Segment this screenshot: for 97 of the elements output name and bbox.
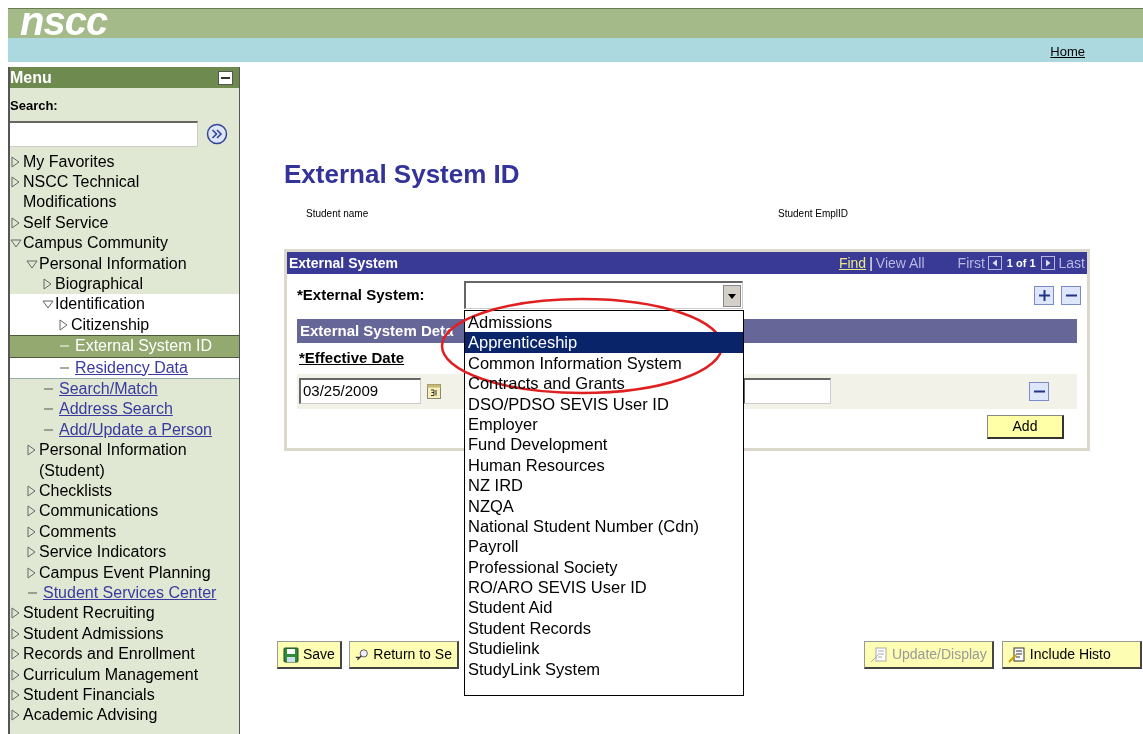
- menu-link[interactable]: Search/Match: [59, 378, 158, 400]
- calendar-icon[interactable]: [427, 383, 441, 399]
- next-icon[interactable]: [1040, 256, 1055, 270]
- menu-item[interactable]: Personal Information (Student): [39, 440, 229, 481]
- separator: |: [869, 253, 873, 273]
- collapsed-triangle-icon[interactable]: [58, 318, 70, 331]
- dropdown-option[interactable]: Professional Society: [465, 556, 743, 578]
- expanded-triangle-icon[interactable]: [26, 257, 38, 270]
- menu-link[interactable]: Add/Update a Person: [59, 419, 212, 441]
- document-pencil-icon: [1007, 646, 1026, 663]
- dropdown-option[interactable]: RO/ARO SEVIS User ID: [465, 577, 743, 598]
- collapsed-triangle-icon[interactable]: [10, 648, 22, 661]
- collapsed-triangle-icon[interactable]: [10, 607, 22, 620]
- menu-item[interactable]: Identification: [55, 294, 145, 315]
- dropdown-option[interactable]: Student Aid: [465, 597, 743, 618]
- logo: nscc: [20, 9, 108, 38]
- collapsed-triangle-icon[interactable]: [26, 525, 38, 538]
- return-button[interactable]: Return to Se: [348, 641, 459, 669]
- home-link[interactable]: Home: [1050, 41, 1085, 62]
- go-icon[interactable]: [206, 122, 228, 145]
- dropdown-option[interactable]: NZ IRD: [465, 475, 743, 496]
- last-label: Last: [1058, 253, 1085, 273]
- collapsed-triangle-icon[interactable]: [10, 668, 22, 681]
- delete-row-button[interactable]: [1061, 285, 1081, 305]
- menu-item[interactable]: Student Admissions: [23, 623, 164, 645]
- dropdown-option[interactable]: Fund Development: [465, 434, 743, 455]
- menu-item[interactable]: Campus Community: [23, 233, 168, 254]
- view-all-link[interactable]: View All: [875, 252, 925, 274]
- field-label: Student EmplID: [778, 207, 849, 221]
- include-history-button[interactable]: Include Histo: [1001, 641, 1142, 669]
- collapsed-triangle-icon[interactable]: [10, 709, 22, 722]
- collapsed-triangle-icon[interactable]: [10, 175, 22, 188]
- dropdown-option[interactable]: Studielink: [465, 638, 743, 659]
- search-label: Search:: [10, 97, 59, 115]
- field-label: *Effective Date: [299, 348, 405, 368]
- menu-item[interactable]: Self Service: [23, 212, 109, 234]
- text-field[interactable]: [743, 378, 831, 404]
- panel-title: External System: [289, 253, 399, 273]
- first-label: First: [957, 253, 985, 273]
- collapsed-triangle-icon[interactable]: [10, 689, 22, 702]
- menu-item[interactable]: Comments: [39, 521, 117, 543]
- menu-item[interactable]: My Favorites: [23, 151, 115, 172]
- menu-link[interactable]: Student Services Center: [43, 583, 217, 604]
- menu-item[interactable]: Biographical: [55, 273, 144, 295]
- menu-item[interactable]: NSCC Technical Modifications: [23, 171, 229, 213]
- dropdown-option[interactable]: DSO/PDSO SEVIS User ID: [465, 393, 743, 414]
- field-label: Student name: [306, 207, 370, 221]
- menu-title: Menu: [10, 67, 52, 88]
- dropdown-option[interactable]: Common Information System: [465, 352, 743, 374]
- dropdown-option[interactable]: Apprenticeship: [465, 332, 743, 353]
- collapsed-triangle-icon[interactable]: [10, 627, 22, 640]
- collapsed-triangle-icon[interactable]: [10, 216, 22, 229]
- collapsed-triangle-icon[interactable]: [26, 485, 38, 497]
- dropdown-option[interactable]: StudyLink System: [465, 658, 743, 680]
- expanded-triangle-icon[interactable]: [10, 237, 22, 250]
- plus-icon: [1038, 289, 1050, 301]
- dropdown-option[interactable]: Payroll: [465, 536, 743, 557]
- page-title: External System ID: [284, 159, 520, 189]
- dropdown-option[interactable]: NZQA: [465, 495, 743, 516]
- dropdown-option[interactable]: Employer: [465, 413, 743, 435]
- document-pencil-icon: [869, 646, 888, 663]
- collapsed-triangle-icon[interactable]: [26, 444, 38, 457]
- dropdown-option[interactable]: Student Records: [465, 617, 743, 639]
- magnifier-icon: [354, 646, 370, 663]
- search-field[interactable]: [10, 120, 198, 147]
- find-link[interactable]: Find: [838, 252, 867, 274]
- collapsed-triangle-icon[interactable]: [26, 566, 38, 579]
- menu-item[interactable]: Academic Advising: [23, 705, 158, 726]
- menu-link[interactable]: Residency Data: [75, 357, 188, 378]
- menu-item[interactable]: Personal Information: [39, 253, 187, 274]
- menu-item[interactable]: Service Indicators: [39, 542, 167, 563]
- menu-link[interactable]: Address Search: [59, 399, 173, 420]
- menu-item[interactable]: Citizenship: [71, 314, 150, 336]
- collapsed-triangle-icon[interactable]: [10, 155, 22, 168]
- menu-item[interactable]: Communications: [39, 501, 159, 522]
- dropdown-option[interactable]: Admissions: [465, 312, 743, 333]
- menu-item[interactable]: Student Financials: [23, 685, 155, 706]
- previous-icon[interactable]: [987, 256, 1002, 270]
- page-count: 1 of 1: [1006, 255, 1036, 271]
- menu-item[interactable]: Checklists: [39, 481, 112, 502]
- menu-item[interactable]: Records and Enrollment: [23, 644, 195, 665]
- add-row-button[interactable]: [1034, 285, 1054, 305]
- save-button[interactable]: Save: [277, 641, 342, 669]
- date-field[interactable]: 03/25/2009: [299, 378, 421, 404]
- menu-item[interactable]: Student Recruiting: [23, 603, 155, 624]
- add-button[interactable]: Add: [987, 414, 1064, 439]
- collapsed-triangle-icon[interactable]: [26, 505, 38, 518]
- collapsed-triangle-icon[interactable]: [42, 277, 54, 290]
- dropdown-option[interactable]: National Student Number (Cdn): [465, 515, 743, 537]
- delete-row-button[interactable]: [1029, 381, 1049, 401]
- collapsed-triangle-icon[interactable]: [26, 546, 38, 559]
- dropdown-option[interactable]: Human Resources: [465, 454, 743, 476]
- collapse-button[interactable]: [218, 70, 233, 85]
- expanded-triangle-icon[interactable]: [42, 298, 54, 311]
- field-label: *External System:: [297, 284, 426, 305]
- menu-item[interactable]: Campus Event Planning: [39, 562, 211, 584]
- menu-item[interactable]: Curriculum Management: [23, 664, 199, 686]
